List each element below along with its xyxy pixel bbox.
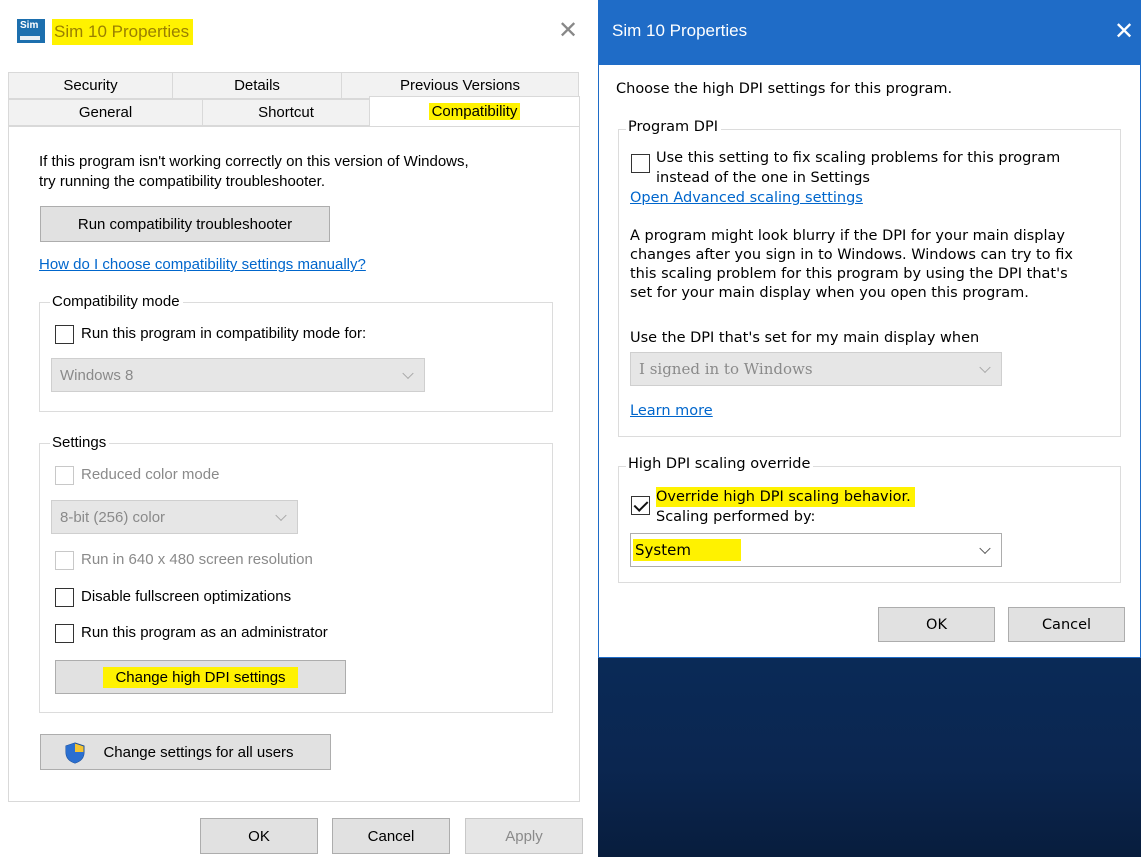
res-640-label: Run in 640 x 480 screen resolution [81, 551, 313, 568]
right-window-title: Sim 10 Properties [612, 21, 748, 40]
dpi-timing-select[interactable]: I signed in to Windows [630, 352, 1002, 386]
dpi-override-legend: High DPI scaling override [626, 456, 814, 472]
reduced-color-label: Reduced color mode [81, 466, 220, 483]
chevron-down-icon [275, 509, 287, 522]
fullscreen-opt-checkbox[interactable] [55, 588, 74, 607]
learn-more-link[interactable]: Learn more [630, 403, 713, 419]
blurry-paragraph-line2: changes after you sign in to Windows. Wi… [630, 247, 1073, 263]
program-dpi-label-line2: instead of the one in Settings [656, 170, 870, 186]
right-cancel-button[interactable]: Cancel [1008, 607, 1125, 642]
color-mode-select-value: 8-bit (256) color [60, 508, 166, 526]
res-640-checkbox[interactable] [55, 551, 74, 570]
intro-text-line2: try running the compatibility troublesho… [39, 173, 325, 190]
manual-settings-link[interactable]: How do I choose compatibility settings m… [39, 256, 366, 273]
dpi-heading: Choose the high DPI settings for this pr… [616, 81, 953, 97]
tab-shortcut[interactable]: Shortcut [202, 99, 370, 126]
right-ok-button[interactable]: OK [878, 607, 995, 642]
settings-legend: Settings [50, 434, 110, 451]
blurry-paragraph-line4: set for your main display when you open … [630, 285, 1029, 301]
run-as-admin-checkbox[interactable] [55, 624, 74, 643]
app-icon-bar [20, 36, 40, 40]
change-all-users-label: Change settings for all users [103, 743, 294, 761]
compatibility-mode-group [39, 302, 553, 412]
dpi-timing-select-value: I signed in to Windows [639, 360, 813, 378]
left-window-title: Sim 10 Properties [52, 19, 194, 45]
chevron-down-icon [979, 542, 991, 555]
apply-button[interactable]: Apply [465, 818, 583, 854]
right-title-bar[interactable]: Sim 10 Properties ✕ [598, 0, 1141, 65]
app-icon-text: Sim [20, 20, 39, 31]
tab-security[interactable]: Security [8, 72, 173, 99]
change-dpi-button-label: Change high DPI settings [103, 666, 298, 688]
change-dpi-button[interactable]: Change high DPI settings [55, 660, 346, 694]
chevron-down-icon [979, 361, 991, 374]
compat-mode-checkbox[interactable] [55, 325, 74, 344]
tab-previous-versions[interactable]: Previous Versions [341, 72, 579, 99]
compatibility-mode-legend: Compatibility mode [50, 293, 183, 310]
scaling-performed-label: Scaling performed by: [656, 509, 816, 525]
chevron-down-icon [402, 367, 414, 380]
scaling-performed-select[interactable]: System [630, 533, 1002, 567]
tab-details[interactable]: Details [172, 72, 342, 99]
right-dpi-dialog: Sim 10 Properties ✕ Choose the high DPI … [598, 0, 1141, 857]
compat-mode-label: Run this program in compatibility mode f… [81, 325, 367, 342]
program-dpi-checkbox[interactable] [631, 154, 650, 173]
fullscreen-opt-label: Disable fullscreen optimizations [81, 588, 292, 605]
intro-text-line1: If this program isn't working correctly … [39, 153, 469, 170]
run-as-admin-label: Run this program as an administrator [81, 624, 328, 641]
dpi-dialog-body: Choose the high DPI settings for this pr… [598, 65, 1141, 658]
program-dpi-label-line1: Use this setting to fix scaling problems… [656, 150, 1061, 166]
advanced-scaling-link[interactable]: Open Advanced scaling settings [630, 190, 863, 206]
sim-app-icon: Sim [17, 19, 45, 43]
compat-mode-select-value: Windows 8 [60, 366, 134, 384]
uac-shield-icon [65, 742, 85, 764]
desktop-background [598, 658, 1141, 857]
use-dpi-label: Use the DPI that's set for my main displ… [630, 330, 980, 346]
left-ok-button[interactable]: OK [200, 818, 318, 854]
left-close-icon[interactable]: ✕ [558, 16, 578, 44]
override-dpi-checkbox[interactable] [631, 496, 650, 515]
left-title-bar[interactable]: Sim Sim 10 Properties ✕ [0, 0, 598, 60]
run-troubleshooter-button[interactable]: Run compatibility troubleshooter [40, 206, 330, 242]
change-all-users-button[interactable]: Change settings for all users [40, 734, 331, 770]
right-close-icon[interactable]: ✕ [1114, 17, 1134, 45]
tab-compatibility[interactable]: Compatibility [369, 96, 580, 126]
compat-mode-select[interactable]: Windows 8 [51, 358, 425, 392]
tab-compatibility-label: Compatibility [428, 103, 521, 120]
program-dpi-legend: Program DPI [626, 119, 721, 135]
scaling-performed-select-value: System [633, 539, 741, 561]
left-cancel-button[interactable]: Cancel [332, 818, 450, 854]
reduced-color-checkbox[interactable] [55, 466, 74, 485]
tab-general[interactable]: General [8, 99, 203, 126]
override-dpi-label: Override high DPI scaling behavior. [656, 487, 915, 507]
left-properties-dialog: Sim Sim 10 Properties ✕ Security Details… [0, 0, 598, 857]
color-mode-select[interactable]: 8-bit (256) color [51, 500, 298, 534]
blurry-paragraph-line1: A program might look blurry if the DPI f… [630, 228, 1065, 244]
blurry-paragraph-line3: this scaling problem for this program by… [630, 266, 1068, 282]
